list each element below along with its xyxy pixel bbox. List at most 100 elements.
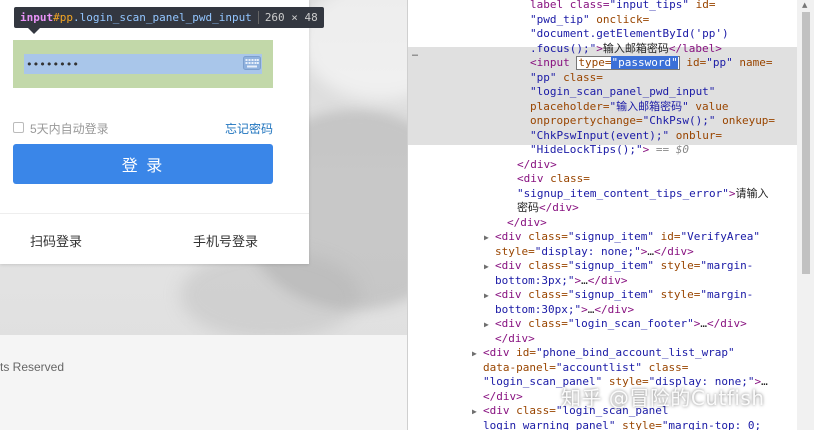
dom-node-line[interactable]: bottom:3px;">…</div> — [495, 274, 627, 289]
dom-node-line[interactable]: ▶ <div class="signup_item" id="VerifyArea… — [484, 230, 760, 245]
login-card: 5天内自动登录 忘记密码 登 录 扫码登录 手机号登录 — [0, 0, 309, 264]
dom-node-line[interactable]: data-panel="accountlist" class= — [483, 361, 688, 376]
dom-token: data-panel= — [483, 360, 556, 374]
dom-token: </div> — [653, 244, 694, 258]
dom-token: <div — [483, 346, 517, 359]
expand-triangle-icon[interactable]: ▶ — [484, 260, 489, 275]
dom-token: "display: none;" — [534, 244, 641, 258]
dom-token: "输入邮箱密码" — [609, 99, 689, 113]
dom-token: </div> — [539, 201, 579, 214]
dom-token: label class= — [530, 0, 610, 11]
dom-token: </div> — [517, 157, 557, 171]
dom-token: "ChkPsw();" — [642, 114, 716, 127]
dom-token: "pp" — [530, 70, 557, 84]
dom-token: style= — [653, 288, 701, 301]
dom-token: "signup_item_content_tips_error" — [517, 186, 729, 200]
dom-node-line[interactable]: </div> — [507, 216, 547, 231]
dom-token: "login_scan_panel_pwd_input" — [530, 85, 716, 98]
scan-login-tab[interactable]: 扫码登录 — [30, 231, 82, 250]
dom-token: class= — [641, 360, 689, 374]
dom-token: "VerifyArea" — [680, 230, 760, 243]
dom-node-line[interactable]: label class="input_tips" id= — [530, 0, 715, 13]
dom-token: id= — [679, 56, 707, 69]
dom-token: > — [581, 302, 588, 316]
expand-triangle-icon[interactable]: ▶ — [484, 318, 489, 333]
scroll-up-arrow-icon[interactable]: ▲ — [802, 1, 807, 9]
dom-token: class= — [528, 317, 568, 330]
dom-token: class= — [528, 259, 568, 272]
dom-node-line[interactable]: style="display: none;">…</div> — [495, 245, 694, 260]
dom-token: "accountlist" — [555, 360, 642, 374]
dom-node-line[interactable]: </div> — [495, 332, 535, 347]
dom-token: onkeyup= — [715, 114, 776, 127]
expand-triangle-icon[interactable]: ▶ — [472, 347, 477, 362]
dom-node-line[interactable]: 密码</div> — [517, 201, 579, 216]
scrollbar-thumb[interactable] — [802, 12, 810, 274]
dom-token: bottom:3px;" — [495, 273, 575, 287]
expand-triangle-icon[interactable]: ▶ — [484, 289, 489, 304]
dom-token: bottom:30px;" — [495, 302, 582, 316]
forgot-password-link[interactable]: 忘记密码 — [225, 120, 273, 137]
dom-token: style= — [615, 418, 662, 430]
remember-checkbox[interactable] — [13, 122, 24, 133]
dom-token: == $0 — [649, 143, 689, 156]
dom-token: placeholder= — [530, 99, 610, 113]
dom-node-line[interactable]: bottom:30px;">…</div> — [495, 303, 634, 318]
dom-node-line[interactable]: ▶ <div class="signup_item" style="margin- — [484, 288, 753, 303]
dom-token: "margin-top: 0; — [661, 418, 762, 430]
dom-token: onclick= — [589, 12, 650, 26]
dom-token: </div> — [706, 317, 747, 330]
password-input[interactable] — [24, 54, 262, 74]
dom-node-line[interactable]: "login_scan_panel_pwd_input" — [530, 85, 715, 100]
dom-node-line[interactable]: "pp" class= — [530, 71, 603, 86]
expand-triangle-icon[interactable]: ▶ — [484, 231, 489, 246]
dom-token: "ChkPswInput(event);" — [530, 128, 670, 142]
tooltip-tag: input — [20, 11, 54, 24]
dom-node-line[interactable]: "HideLockTips();"> == $0 — [530, 143, 689, 158]
dom-node-line[interactable]: <input type="password" id="pp" name= — [530, 56, 772, 71]
dom-token: > — [596, 41, 603, 55]
type-attribute-value[interactable]: "password" — [611, 56, 678, 69]
dom-node-line[interactable]: "ChkPswInput(event);" onblur= — [530, 129, 722, 144]
attribute-edit-box[interactable]: type="password" — [576, 56, 680, 70]
dom-token: "signup_item" — [567, 230, 654, 243]
dom-token: … — [581, 273, 588, 287]
dom-token: <div — [495, 288, 529, 301]
dom-token: style= — [653, 259, 701, 272]
remember-label: 5天内自动登录 — [30, 122, 109, 136]
dom-node-line[interactable]: </div> — [517, 158, 557, 173]
dom-token: style= — [495, 244, 535, 258]
dom-node-line[interactable]: onpropertychange="ChkPsw();" onkeyup= — [530, 114, 775, 129]
dom-token: … — [647, 244, 654, 258]
dom-node-line[interactable]: "signup_item_content_tips_error">请输入 — [517, 187, 769, 202]
dom-node-line[interactable]: "document.getElementById('pp') — [530, 27, 729, 42]
tooltip-size: 260 × 48 — [257, 11, 318, 24]
dom-node-line[interactable]: <div class= — [517, 172, 590, 187]
dom-token: 请输入 — [735, 186, 769, 200]
expand-triangle-icon[interactable]: ▶ — [472, 405, 477, 420]
dom-token: <div — [517, 172, 551, 185]
copyright-text: ts Reserved — [0, 360, 65, 374]
login-button[interactable]: 登 录 — [13, 144, 273, 184]
more-options-icon[interactable]: … — [412, 48, 418, 59]
watermark: 知乎 @冒险的Cutfish — [561, 386, 765, 410]
dom-token: "pwd_tip" — [530, 12, 590, 26]
dom-token: </div> — [507, 215, 547, 229]
dom-node-line[interactable]: .focus();">输入邮箱密码</label> — [530, 42, 722, 57]
dom-node-line[interactable]: login_warning_panel" style="margin-top: … — [483, 419, 761, 430]
phone-login-tab[interactable]: 手机号登录 — [193, 231, 258, 250]
dom-token: "input_tips" — [609, 0, 689, 11]
dom-node-line[interactable]: placeholder="输入邮箱密码" value — [530, 100, 728, 115]
dom-node-line[interactable]: ▶ <div class="login_scan_footer">…</div> — [484, 317, 747, 332]
dom-token: id= — [688, 0, 716, 11]
dom-node-line[interactable]: "pwd_tip" onclick= — [530, 13, 649, 28]
dom-token: onpropertychange= — [530, 114, 643, 127]
dom-node-line[interactable]: ▶ <div class="signup_item" style="margin- — [484, 259, 753, 274]
dom-node-line[interactable]: </div> — [483, 390, 523, 405]
dom-node-line[interactable]: ▶ <div id="phone_bind_account_list_wrap" — [472, 346, 735, 361]
devtools-elements-panel: … label class="input_tips" id= "pwd_tip" … — [407, 0, 814, 430]
scrollbar[interactable]: ▲ — [797, 0, 814, 430]
keyboard-icon[interactable] — [243, 56, 261, 70]
dom-token: </label> — [668, 41, 722, 55]
dom-token: </div> — [587, 273, 628, 287]
